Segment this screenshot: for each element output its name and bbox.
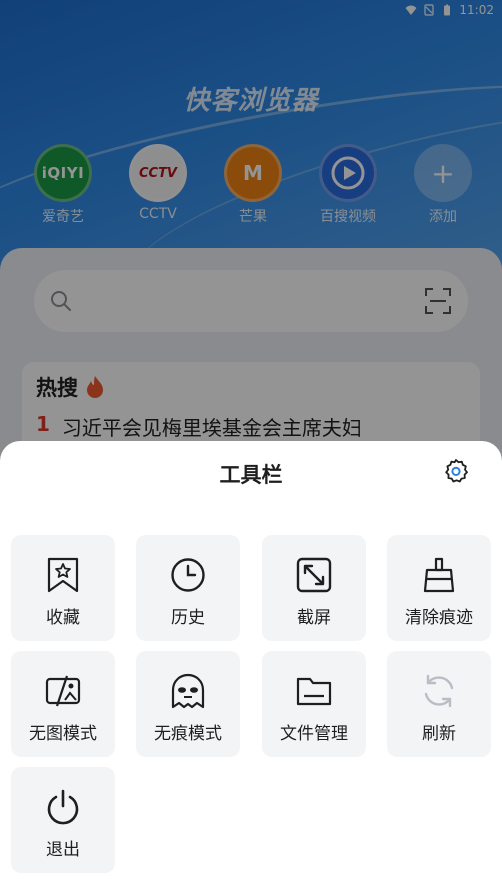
toolbar-sheet: 工具栏 收藏 历史 截屏 清除痕迹 无图模式 无痕模式 文件管理 刷新 退出: [0, 441, 502, 894]
tool-label: 文件管理: [280, 724, 348, 744]
tool-exit[interactable]: 退出: [11, 767, 115, 873]
no-image-icon: [45, 673, 81, 709]
power-icon: [45, 789, 81, 825]
tool-incognito-mode[interactable]: 无痕模式: [136, 651, 240, 757]
tool-screenshot[interactable]: 截屏: [262, 535, 366, 641]
tool-label: 刷新: [422, 724, 456, 744]
tool-bookmarks[interactable]: 收藏: [11, 535, 115, 641]
tool-label: 历史: [171, 608, 205, 628]
tool-label: 退出: [46, 840, 80, 860]
tool-refresh[interactable]: 刷新: [387, 651, 491, 757]
gear-icon: [445, 459, 468, 483]
incognito-ghost-icon: [170, 673, 206, 709]
refresh-icon: [421, 673, 457, 709]
tool-no-image-mode[interactable]: 无图模式: [11, 651, 115, 757]
settings-button[interactable]: [442, 457, 470, 485]
tool-label: 截屏: [297, 608, 331, 628]
tool-label: 无图模式: [29, 724, 97, 744]
tool-label: 无痕模式: [154, 724, 222, 744]
bookmark-star-icon: [45, 557, 81, 593]
folder-icon: [296, 673, 332, 709]
tool-file-manager[interactable]: 文件管理: [262, 651, 366, 757]
sheet-title: 工具栏: [219, 463, 283, 487]
tool-history[interactable]: 历史: [136, 535, 240, 641]
broom-icon: [421, 557, 457, 593]
tool-label: 清除痕迹: [405, 608, 473, 628]
tool-label: 收藏: [46, 608, 80, 628]
clock-icon: [170, 557, 206, 593]
screenshot-icon: [296, 557, 332, 593]
tool-clear-traces[interactable]: 清除痕迹: [387, 535, 491, 641]
